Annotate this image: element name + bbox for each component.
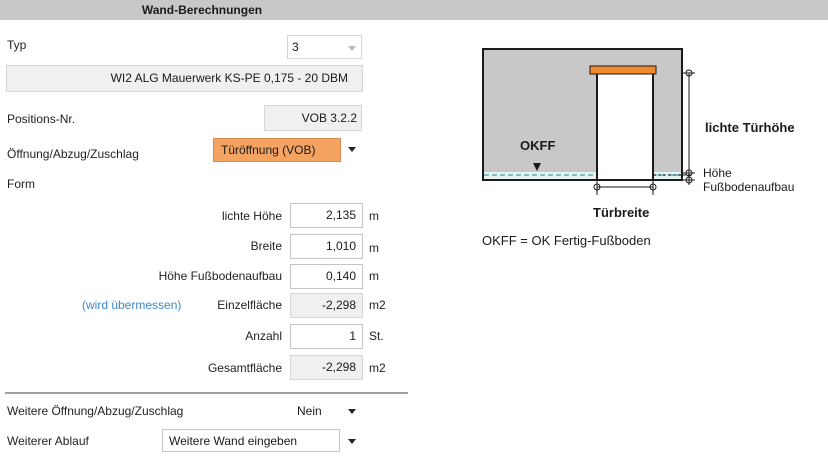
weiterer-ablauf-select[interactable]: Weitere Wand eingeben — [162, 429, 340, 452]
fussbodenaufbau-label: Fußbodenaufbau — [703, 180, 795, 194]
gesamtflaeche-unit: m2 — [369, 361, 386, 375]
oeffnung-select[interactable]: Türöffnung (VOB) — [213, 138, 341, 162]
door-opening — [596, 72, 654, 181]
tuerbreite-label: Türbreite — [593, 205, 650, 220]
positions-field: VOB 3.2.2 — [264, 105, 362, 131]
lichte-hoehe-unit: m — [369, 209, 379, 223]
chevron-down-icon[interactable] — [348, 439, 356, 444]
chevron-down-icon[interactable] — [348, 46, 356, 51]
breite-unit: m — [369, 241, 379, 255]
hoehe-label: Höhe — [703, 166, 732, 180]
form-label: Form — [7, 177, 35, 191]
oeffnung-label: Öffnung/Abzug/Zuschlag — [7, 147, 139, 161]
anzahl-input[interactable]: 1 — [290, 324, 363, 349]
chevron-down-icon[interactable] — [348, 147, 356, 152]
einzelflaeche-field: -2,298 — [290, 293, 363, 318]
fussboden-label: Höhe Fußbodenaufbau — [158, 269, 282, 283]
weiterer-ablauf-value: Weitere Wand eingeben — [169, 434, 298, 448]
breite-label: Breite — [250, 239, 282, 253]
positions-label: Positions-Nr. — [7, 112, 76, 126]
description-field: WI2 ALG Mauerwerk KS-PE 0,175 - 20 DBM — [6, 65, 363, 92]
page-title: Wand-Berechnungen — [141, 3, 263, 17]
uebermessen-note: (wird übermessen) — [82, 298, 182, 312]
lichte-hoehe-input[interactable]: 2,135 — [290, 203, 363, 228]
weitere-oeffnung-value: Nein — [297, 404, 322, 418]
lintel-bar — [589, 65, 657, 75]
weitere-oeffnung-label: Weitere Öffnung/Abzug/Zuschlag — [7, 404, 184, 418]
okff-legend: OKFF = OK Fertig-Fußboden — [482, 233, 651, 248]
einzelflaeche-label: Einzelfläche — [217, 298, 282, 312]
typ-select[interactable]: 3 — [287, 35, 362, 59]
section-divider — [5, 392, 408, 394]
breite-input[interactable]: 1,010 — [290, 234, 363, 259]
gesamtflaeche-label: Gesamtfläche — [207, 361, 282, 375]
einzelflaeche-unit: m2 — [369, 298, 386, 312]
lichte-tuerhoehe-label: lichte Türhöhe — [705, 120, 795, 135]
fussboden-input[interactable]: 0,140 — [290, 264, 363, 289]
gesamtflaeche-field: -2,298 — [290, 355, 363, 380]
oeffnung-select-value: Türöffnung (VOB) — [221, 143, 316, 157]
chevron-down-icon[interactable] — [348, 409, 356, 414]
anzahl-unit: St. — [369, 329, 384, 343]
okff-label: OKFF — [520, 138, 556, 153]
anzahl-label: Anzahl — [245, 329, 282, 343]
weitere-oeffnung-select[interactable]: Nein — [290, 399, 340, 422]
weiterer-ablauf-label: Weiterer Ablauf — [7, 434, 89, 448]
lichte-hoehe-label: lichte Höhe — [221, 209, 282, 223]
fussboden-unit: m — [369, 269, 379, 283]
typ-select-value: 3 — [292, 40, 299, 54]
typ-label: Typ — [7, 38, 27, 52]
